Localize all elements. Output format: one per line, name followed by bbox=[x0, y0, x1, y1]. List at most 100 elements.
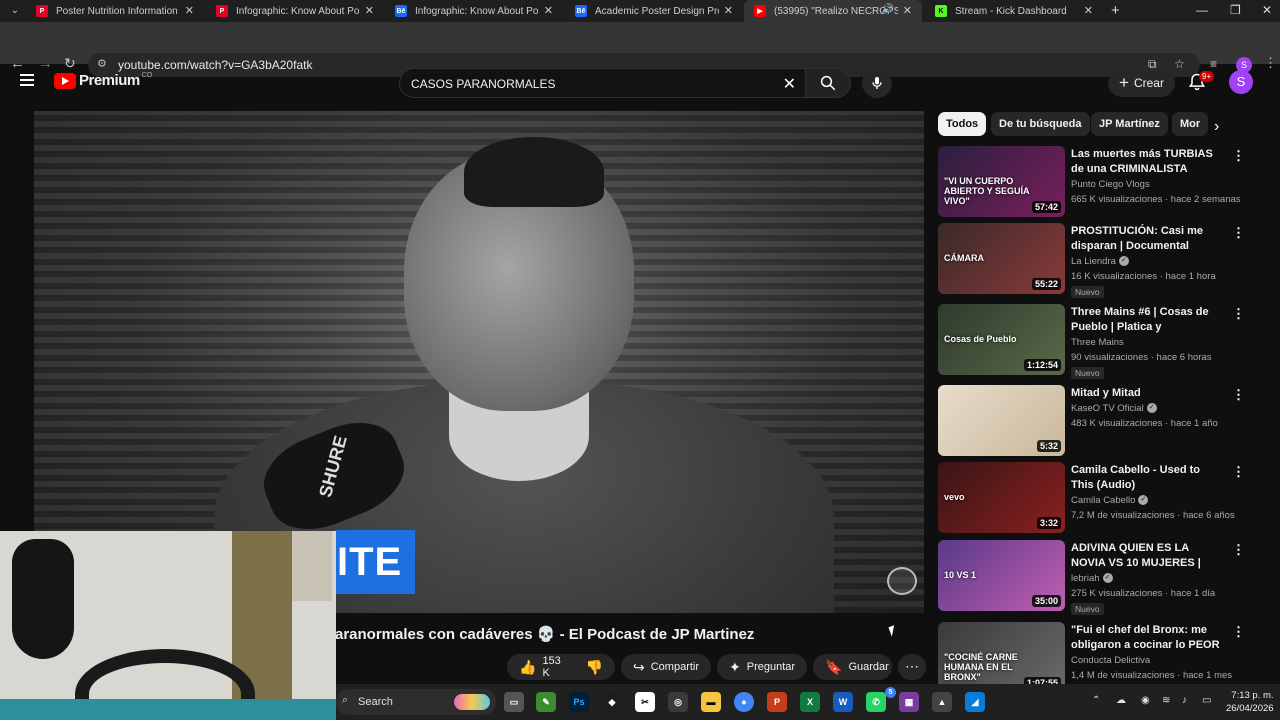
recommendation-item[interactable]: 5:32 Mitad y Mitad KaseO TV Oficial ✓ 483 K … bbox=[938, 385, 1245, 457]
recommendation-title[interactable]: Mitad y Mitad bbox=[1071, 386, 1221, 401]
clear-search-icon[interactable]: ✕ bbox=[783, 74, 796, 94]
app-icon-blue[interactable]: ◢ bbox=[965, 692, 985, 712]
filter-chip[interactable]: Todos bbox=[938, 112, 987, 136]
dislike-icon[interactable]: 👎 bbox=[586, 659, 603, 676]
taskbar-search[interactable]: ⌕ Search bbox=[336, 689, 496, 715]
chrome-icon[interactable]: ● bbox=[734, 692, 754, 712]
search-box[interactable]: CASOS PARANORMALES ✕ bbox=[399, 68, 809, 98]
video-thumbnail[interactable]: 10 VS 1 35:00 bbox=[938, 540, 1065, 611]
recommendation-title[interactable]: "Fui el chef del Bronx: me obligaron a c… bbox=[1071, 623, 1221, 653]
task-view-icon[interactable]: ▭ bbox=[504, 692, 524, 712]
recommendation-item[interactable]: "VI UN CUERPO ABIERTO Y SEGUÍA VIVO" 57:4… bbox=[938, 146, 1245, 218]
recommendation-title[interactable]: Three Mains #6 | Cosas de Pueblo | Plati… bbox=[1071, 305, 1221, 335]
filter-chips: Todos De tu búsqueda JP Martínez Mor bbox=[938, 112, 1238, 138]
system-clock[interactable]: 7:13 p. m. 26/04/2026 bbox=[1226, 689, 1274, 715]
browser-tab[interactable]: Bē Academic Poster Design Proyec ✕ bbox=[565, 0, 743, 22]
tab-favicon-icon: ▶ bbox=[754, 5, 766, 17]
new-tab-button[interactable]: + bbox=[1111, 2, 1120, 19]
browser-tab[interactable]: P Infographic: Know About Pome ✕ bbox=[206, 0, 384, 22]
tab-search-button[interactable]: ⌄ bbox=[6, 3, 24, 19]
browser-tab[interactable]: P Poster Nutrition Information G ✕ bbox=[26, 0, 204, 22]
figma-icon[interactable]: ◆ bbox=[602, 692, 622, 712]
close-tab-icon[interactable]: ✕ bbox=[1084, 4, 1093, 17]
browser-tab[interactable]: ▶ (53995) "Realizo NECROPSI 🔊 ✕ bbox=[744, 0, 922, 22]
calendar-app-icon[interactable]: ▦ bbox=[899, 692, 919, 712]
excel-icon[interactable]: X bbox=[800, 692, 820, 712]
ask-button[interactable]: ✦ Preguntar bbox=[717, 654, 807, 680]
video-thumbnail[interactable]: "VI UN CUERPO ABIERTO Y SEGUÍA VIVO" 57:4… bbox=[938, 146, 1065, 217]
restore-button[interactable]: ❐ bbox=[1230, 3, 1241, 17]
more-options-icon[interactable]: ⋮ bbox=[1232, 464, 1245, 480]
battery-icon[interactable]: ▭ bbox=[1202, 695, 1211, 706]
recommendation-channel[interactable]: La Liendra ✓ bbox=[1071, 256, 1129, 267]
close-tab-icon[interactable]: ✕ bbox=[724, 4, 733, 17]
like-count[interactable]: 153 K bbox=[542, 655, 565, 679]
youtube-logo[interactable]: Premium CO bbox=[54, 72, 152, 89]
whatsapp-icon[interactable]: ✆ bbox=[866, 692, 886, 712]
more-options-icon[interactable]: ⋮ bbox=[1232, 225, 1245, 241]
tray-chevron-icon[interactable]: ⌃ bbox=[1092, 695, 1100, 706]
close-window-button[interactable]: ✕ bbox=[1262, 3, 1272, 17]
search-button[interactable] bbox=[805, 68, 851, 98]
browser-tab[interactable]: K Stream - Kick Dashboard ✕ bbox=[925, 0, 1103, 22]
more-options-icon[interactable]: ⋮ bbox=[1232, 306, 1245, 322]
capcut-icon[interactable]: ✂ bbox=[635, 692, 655, 712]
recommendation-channel[interactable]: lebriah ✓ bbox=[1071, 573, 1113, 584]
video-thumbnail[interactable]: 5:32 bbox=[938, 385, 1065, 456]
video-thumbnail[interactable]: "COCINÉ CARNE HUMANA EN EL BRONX" 1:07:55 bbox=[938, 622, 1065, 693]
create-button[interactable]: + Crear bbox=[1108, 69, 1175, 97]
more-actions-button[interactable]: ⋯ bbox=[898, 654, 926, 680]
app-icon-triangle[interactable]: ▲ bbox=[932, 692, 952, 712]
share-label: Compartir bbox=[650, 661, 700, 673]
recommendation-item[interactable]: 10 VS 1 35:00 ADIVINA QUIEN ES LA NOVIA VS… bbox=[938, 540, 1245, 615]
close-tab-icon[interactable]: ✕ bbox=[544, 4, 553, 17]
video-thumbnail[interactable]: vevo 3:32 bbox=[938, 462, 1065, 533]
volume-icon[interactable]: ♪ bbox=[1182, 695, 1187, 706]
save-button[interactable]: 🔖 Guardar bbox=[813, 654, 892, 680]
more-options-icon[interactable]: ⋮ bbox=[1232, 148, 1245, 164]
video-thumbnail[interactable]: CÁMARA 55:22 bbox=[938, 223, 1065, 294]
more-options-icon[interactable]: ⋮ bbox=[1232, 542, 1245, 558]
video-thumbnail[interactable]: Cosas de Pueblo 1:12:54 bbox=[938, 304, 1065, 375]
share-button[interactable]: ↪ Compartir bbox=[621, 654, 711, 680]
recommendation-channel[interactable]: Camila Cabello ✓ bbox=[1071, 495, 1149, 506]
filter-chip[interactable]: JP Martínez bbox=[1091, 112, 1168, 136]
app-icon-circle[interactable]: ◎ bbox=[668, 692, 688, 712]
recommendation-title[interactable]: PROSTITUCIÓN: Casi me disparan | Documen… bbox=[1071, 224, 1221, 254]
recommendation-channel[interactable]: Three Mains bbox=[1071, 337, 1124, 348]
photoshop-icon[interactable]: Ps bbox=[569, 692, 589, 712]
like-icon[interactable]: 👍 bbox=[519, 659, 536, 676]
chevron-right-icon[interactable]: › bbox=[1214, 118, 1219, 136]
voice-search-button[interactable] bbox=[862, 68, 892, 98]
recommendation-item[interactable]: Cosas de Pueblo 1:12:54 Three Mains #6 | C… bbox=[938, 304, 1245, 379]
powerpoint-icon[interactable]: P bbox=[767, 692, 787, 712]
recommendation-title[interactable]: ADIVINA QUIEN ES LA NOVIA VS 10 MUJERES … bbox=[1071, 541, 1221, 571]
app-icon-green[interactable]: ✎ bbox=[536, 692, 556, 712]
tray-app-icon[interactable]: ◉ bbox=[1141, 695, 1150, 706]
more-options-icon[interactable]: ⋮ bbox=[1232, 624, 1245, 640]
close-tab-icon[interactable]: ✕ bbox=[185, 4, 194, 17]
recommendation-item[interactable]: vevo 3:32 Camila Cabello - Used to This (A… bbox=[938, 462, 1245, 534]
more-options-icon[interactable]: ⋮ bbox=[1232, 387, 1245, 403]
search-input[interactable]: CASOS PARANORMALES bbox=[411, 77, 555, 91]
browser-tab[interactable]: Bē Infographic: Know About Pome ✕ bbox=[385, 0, 563, 22]
close-tab-icon[interactable]: ✕ bbox=[365, 4, 374, 17]
minimize-button[interactable]: — bbox=[1196, 3, 1208, 17]
recommendation-title[interactable]: Las muertes más TURBIAS de una CRIMINALI… bbox=[1071, 147, 1221, 177]
menu-icon[interactable] bbox=[20, 74, 34, 86]
word-icon[interactable]: W bbox=[833, 692, 853, 712]
recommendation-channel[interactable]: Punto Ciego Vlogs bbox=[1071, 179, 1150, 190]
tray-cloud-icon[interactable]: ☁ bbox=[1116, 695, 1126, 706]
filter-chip[interactable]: Mor bbox=[1172, 112, 1209, 136]
recommendation-channel[interactable]: Conducta Delictiva bbox=[1071, 655, 1150, 666]
recommendation-channel[interactable]: KaseO TV Oficial ✓ bbox=[1071, 403, 1157, 414]
recommendation-title[interactable]: Camila Cabello - Used to This (Audio) bbox=[1071, 463, 1221, 493]
tab-audio-icon[interactable]: 🔊 bbox=[882, 4, 894, 15]
close-tab-icon[interactable]: ✕ bbox=[903, 4, 912, 17]
file-explorer-icon[interactable]: ▬ bbox=[701, 692, 721, 712]
channel-watermark-icon[interactable] bbox=[887, 567, 917, 595]
wifi-icon[interactable]: ≋ bbox=[1162, 695, 1170, 706]
account-avatar[interactable]: S bbox=[1229, 70, 1253, 94]
recommendation-item[interactable]: CÁMARA 55:22 PROSTITUCIÓN: Casi me dispara… bbox=[938, 223, 1245, 298]
filter-chip[interactable]: De tu búsqueda bbox=[991, 112, 1090, 136]
